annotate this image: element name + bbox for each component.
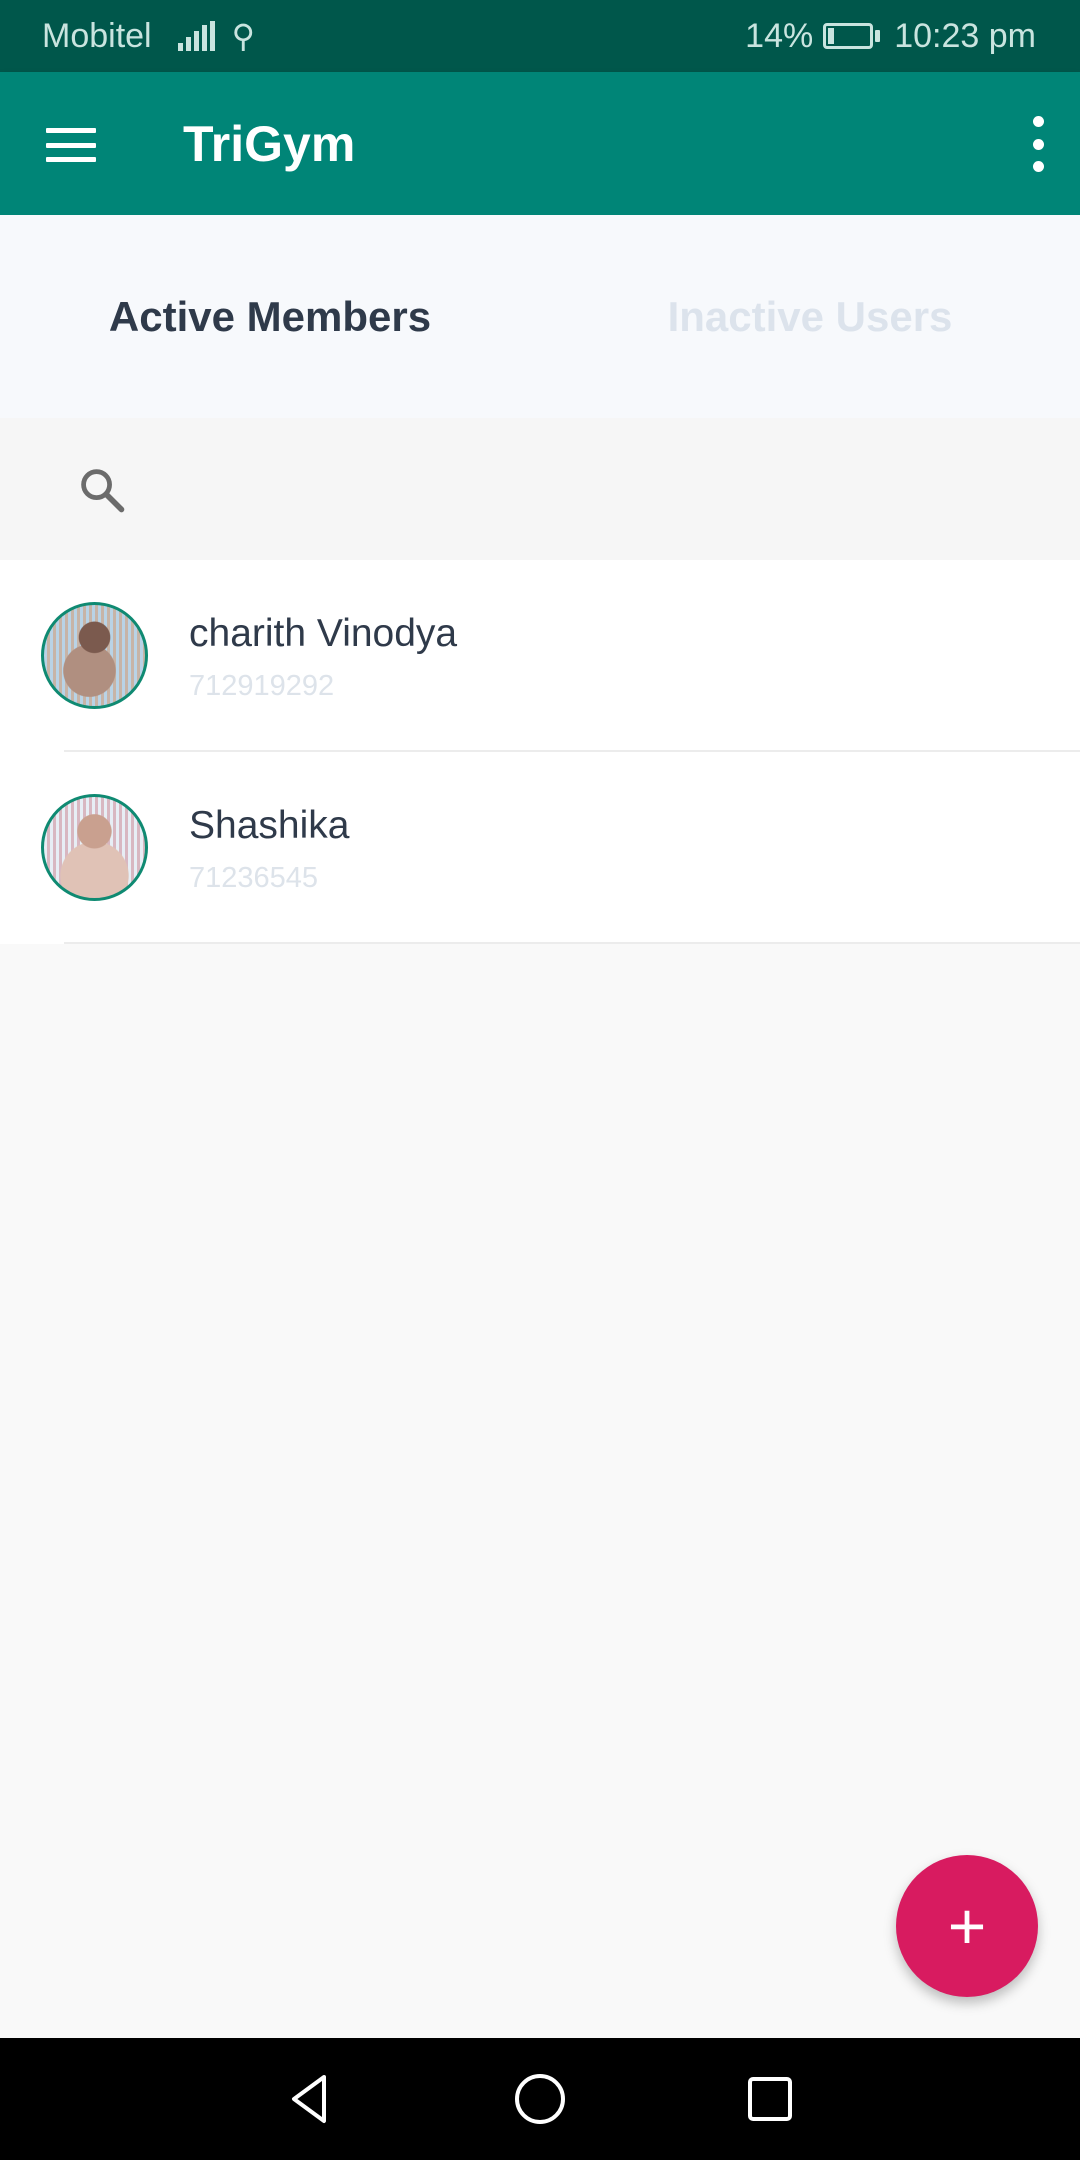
member-list: charith Vinodya 712919292 Shashika 71236…: [0, 560, 1080, 944]
back-icon[interactable]: [282, 2071, 338, 2127]
signal-icon: [177, 21, 218, 51]
member-phone: 712919292: [189, 670, 335, 702]
divider: [64, 942, 1080, 944]
clock: 10:23 pm: [894, 16, 1036, 55]
home-icon[interactable]: [512, 2071, 568, 2127]
search-bar: [0, 418, 1080, 560]
usb-icon: ⚲: [231, 18, 256, 54]
member-phone: 71236545: [189, 862, 319, 894]
tab-inactive-users[interactable]: Inactive Users: [540, 215, 1080, 418]
list-item[interactable]: charith Vinodya 712919292: [0, 560, 1080, 752]
avatar: [41, 794, 148, 901]
member-name: charith Vinodya: [189, 612, 458, 655]
status-left: Mobitel ⚲: [42, 17, 255, 56]
search-input[interactable]: [150, 448, 1030, 528]
member-name: Shashika: [189, 804, 350, 847]
battery-charging-icon: [823, 23, 881, 49]
battery-percent: 14%: [745, 16, 814, 55]
app-title: TriGym: [183, 116, 356, 172]
app-bar: TriGym: [0, 72, 1080, 215]
more-vert-icon[interactable]: [1026, 116, 1050, 172]
tab-bar: Active Members Inactive Users: [0, 215, 1080, 418]
search-icon[interactable]: [76, 464, 128, 516]
status-right: 14% 10:23 pm: [745, 17, 1036, 56]
status-bar: Mobitel ⚲ 14% 10:23 pm: [0, 0, 1080, 72]
tab-active-members[interactable]: Active Members: [0, 215, 540, 418]
nav-bar: [0, 2038, 1080, 2160]
plus-icon: +: [947, 1889, 987, 1963]
menu-icon[interactable]: [46, 128, 96, 162]
avatar: [41, 602, 148, 709]
carrier-name: Mobitel: [42, 16, 152, 55]
list-item[interactable]: Shashika 71236545: [0, 752, 1080, 944]
recents-icon[interactable]: [742, 2071, 798, 2127]
add-member-button[interactable]: +: [896, 1855, 1038, 1997]
